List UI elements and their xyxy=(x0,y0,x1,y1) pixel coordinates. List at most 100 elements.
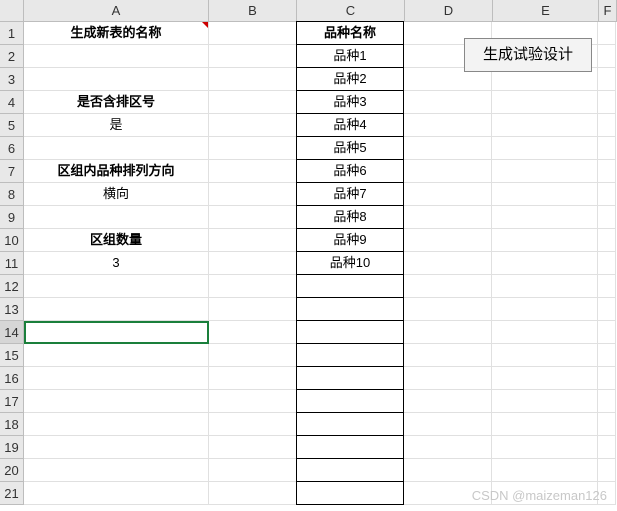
cell-e13[interactable] xyxy=(492,298,598,321)
cell-a3[interactable] xyxy=(24,68,209,91)
cell-c20[interactable] xyxy=(296,458,404,482)
cell-b17[interactable] xyxy=(209,390,297,413)
cell-c2[interactable]: 品种1 xyxy=(296,44,404,68)
cell-a7[interactable]: 区组内品种排列方向 xyxy=(24,160,209,183)
cell-c5[interactable]: 品种4 xyxy=(296,113,404,137)
cell-f19[interactable] xyxy=(598,436,616,459)
cell-e6[interactable] xyxy=(492,137,598,160)
cell-e4[interactable] xyxy=(492,91,598,114)
cell-e20[interactable] xyxy=(492,459,598,482)
cell-f20[interactable] xyxy=(598,459,616,482)
cell-b9[interactable] xyxy=(209,206,297,229)
row-header[interactable]: 14 xyxy=(0,321,24,344)
col-header-a[interactable]: A xyxy=(24,0,209,22)
cell-b8[interactable] xyxy=(209,183,297,206)
col-header-b[interactable]: B xyxy=(209,0,297,22)
cell-c11[interactable]: 品种10 xyxy=(296,251,404,275)
cell-f4[interactable] xyxy=(598,91,616,114)
cell-f1[interactable] xyxy=(598,22,616,45)
cell-d12[interactable] xyxy=(404,275,492,298)
cell-a8[interactable]: 横向 xyxy=(24,183,209,206)
cell-e16[interactable] xyxy=(492,367,598,390)
cell-a13[interactable] xyxy=(24,298,209,321)
cell-f7[interactable] xyxy=(598,160,616,183)
row-header[interactable]: 5 xyxy=(0,114,24,137)
row-header[interactable]: 15 xyxy=(0,344,24,367)
cell-f2[interactable] xyxy=(598,45,616,68)
cell-c3[interactable]: 品种2 xyxy=(296,67,404,91)
cell-d18[interactable] xyxy=(404,413,492,436)
cell-e7[interactable] xyxy=(492,160,598,183)
cell-a20[interactable] xyxy=(24,459,209,482)
cell-f18[interactable] xyxy=(598,413,616,436)
cell-f14[interactable] xyxy=(598,321,616,344)
cell-c4[interactable]: 品种3 xyxy=(296,90,404,114)
cell-e18[interactable] xyxy=(492,413,598,436)
cell-a5[interactable]: 是 xyxy=(24,114,209,137)
row-header[interactable]: 10 xyxy=(0,229,24,252)
cell-d14[interactable] xyxy=(404,321,492,344)
cell-b19[interactable] xyxy=(209,436,297,459)
cell-d11[interactable] xyxy=(404,252,492,275)
col-header-f[interactable]: F xyxy=(599,0,617,22)
cell-e5[interactable] xyxy=(492,114,598,137)
row-header[interactable]: 9 xyxy=(0,206,24,229)
cell-c15[interactable] xyxy=(296,343,404,367)
cell-b14[interactable] xyxy=(209,321,297,344)
cell-a2[interactable] xyxy=(24,45,209,68)
row-header[interactable]: 21 xyxy=(0,482,24,505)
cell-c13[interactable] xyxy=(296,297,404,321)
cell-a21[interactable] xyxy=(24,482,209,505)
row-header[interactable]: 19 xyxy=(0,436,24,459)
cell-f17[interactable] xyxy=(598,390,616,413)
row-header[interactable]: 12 xyxy=(0,275,24,298)
cell-c7[interactable]: 品种6 xyxy=(296,159,404,183)
row-header[interactable]: 3 xyxy=(0,68,24,91)
cell-d10[interactable] xyxy=(404,229,492,252)
cell-f3[interactable] xyxy=(598,68,616,91)
cell-b16[interactable] xyxy=(209,367,297,390)
col-header-d[interactable]: D xyxy=(405,0,493,22)
cell-c18[interactable] xyxy=(296,412,404,436)
cell-a17[interactable] xyxy=(24,390,209,413)
cell-d17[interactable] xyxy=(404,390,492,413)
cell-e9[interactable] xyxy=(492,206,598,229)
cell-e17[interactable] xyxy=(492,390,598,413)
row-header[interactable]: 20 xyxy=(0,459,24,482)
cell-d6[interactable] xyxy=(404,137,492,160)
cell-b3[interactable] xyxy=(209,68,297,91)
cell-b13[interactable] xyxy=(209,298,297,321)
cell-c8[interactable]: 品种7 xyxy=(296,182,404,206)
row-header[interactable]: 11 xyxy=(0,252,24,275)
cell-a19[interactable] xyxy=(24,436,209,459)
cell-d15[interactable] xyxy=(404,344,492,367)
cell-a1[interactable]: 生成新表的名称 xyxy=(24,22,209,45)
cell-b15[interactable] xyxy=(209,344,297,367)
row-header[interactable]: 7 xyxy=(0,160,24,183)
cell-a4[interactable]: 是否含排区号 xyxy=(24,91,209,114)
cell-f12[interactable] xyxy=(598,275,616,298)
cell-c9[interactable]: 品种8 xyxy=(296,205,404,229)
cell-a11[interactable]: 3 xyxy=(24,252,209,275)
cell-f8[interactable] xyxy=(598,183,616,206)
cell-a18[interactable] xyxy=(24,413,209,436)
cell-c16[interactable] xyxy=(296,366,404,390)
cell-e8[interactable] xyxy=(492,183,598,206)
cell-d8[interactable] xyxy=(404,183,492,206)
cell-f13[interactable] xyxy=(598,298,616,321)
cell-b21[interactable] xyxy=(209,482,297,505)
cell-a9[interactable] xyxy=(24,206,209,229)
cell-d5[interactable] xyxy=(404,114,492,137)
row-header[interactable]: 4 xyxy=(0,91,24,114)
row-header[interactable]: 13 xyxy=(0,298,24,321)
cell-b1[interactable] xyxy=(209,22,297,45)
cell-a14[interactable] xyxy=(24,321,209,344)
cell-d20[interactable] xyxy=(404,459,492,482)
cell-b5[interactable] xyxy=(209,114,297,137)
cell-b2[interactable] xyxy=(209,45,297,68)
cell-c14[interactable] xyxy=(296,320,404,344)
cell-f16[interactable] xyxy=(598,367,616,390)
cell-b12[interactable] xyxy=(209,275,297,298)
row-header[interactable]: 17 xyxy=(0,390,24,413)
cell-e10[interactable] xyxy=(492,229,598,252)
